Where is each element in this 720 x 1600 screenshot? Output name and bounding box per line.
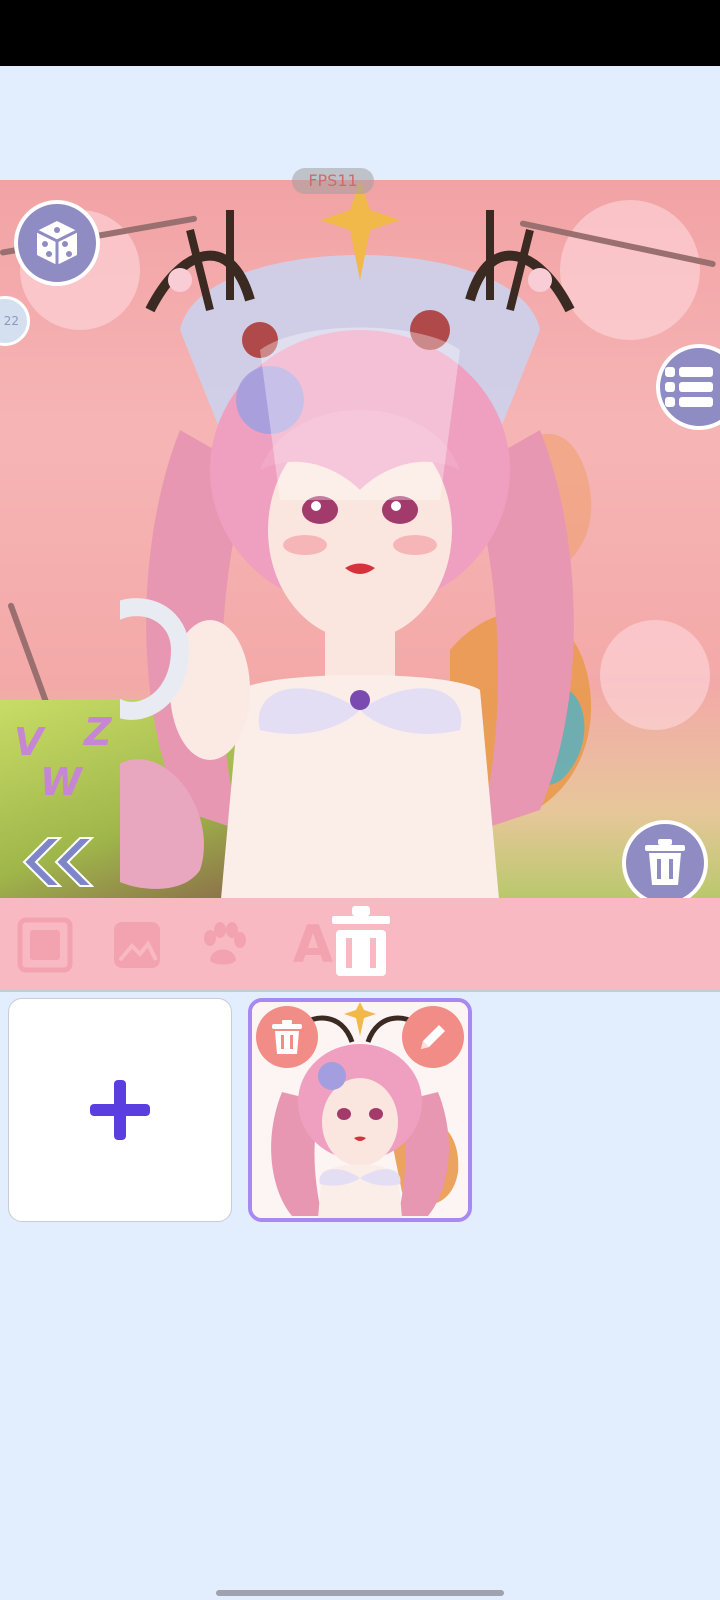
divider bbox=[0, 990, 720, 992]
randomize-button[interactable] bbox=[14, 200, 100, 286]
trash-icon bbox=[645, 839, 685, 885]
toolbar-trash-icon[interactable] bbox=[330, 906, 392, 976]
list-icon bbox=[665, 367, 713, 407]
paw-icon bbox=[204, 922, 246, 965]
double-chevron-left-icon[interactable] bbox=[18, 836, 94, 888]
slot-delete-button[interactable] bbox=[256, 1006, 318, 1068]
plus-icon bbox=[90, 1080, 150, 1140]
letter-v: V bbox=[14, 720, 44, 764]
text-icon: A bbox=[292, 915, 334, 975]
status-bar bbox=[0, 0, 720, 66]
slot-edit-button[interactable] bbox=[402, 1006, 464, 1068]
avatar-canvas[interactable]: V W Z bbox=[0, 180, 720, 898]
fps-counter: FPS11 bbox=[292, 168, 374, 194]
image-icon bbox=[114, 922, 160, 968]
delete-button[interactable] bbox=[622, 820, 708, 906]
pencil-icon bbox=[421, 1025, 445, 1049]
tool-pet[interactable] bbox=[194, 916, 252, 974]
home-indicator[interactable] bbox=[216, 1590, 504, 1596]
letter-w: W bbox=[40, 760, 82, 804]
add-slot-button[interactable] bbox=[8, 998, 232, 1222]
top-spacer bbox=[0, 66, 720, 180]
avatar-illustration[interactable] bbox=[120, 180, 600, 898]
tool-image[interactable] bbox=[108, 916, 166, 974]
background-frame-icon bbox=[17, 917, 73, 973]
letters-decor: V W Z bbox=[14, 710, 124, 810]
tool-background[interactable] bbox=[16, 916, 74, 974]
saved-slot[interactable] bbox=[248, 998, 472, 1222]
blossom-decor bbox=[600, 620, 710, 730]
dice-icon bbox=[36, 221, 78, 265]
trash-icon bbox=[272, 1020, 302, 1054]
letter-z: Z bbox=[84, 710, 112, 754]
